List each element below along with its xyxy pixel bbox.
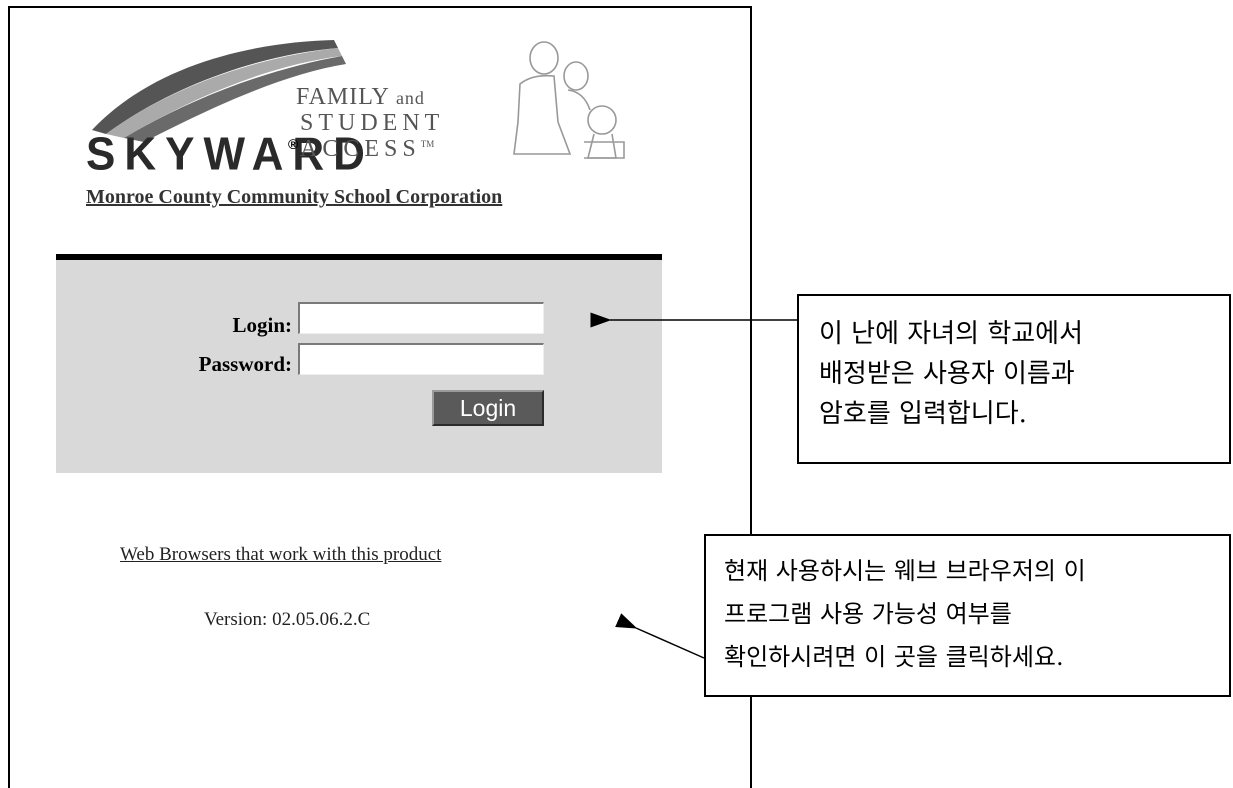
login-callout: 이 난에 자녀의 학교에서 배정받은 사용자 이름과 암호를 입력합니다.: [797, 294, 1231, 464]
browser-callout-line: 프로그램 사용 가능성 여부를: [724, 600, 1012, 628]
login-callout-line: 배정받은 사용자 이름과: [819, 359, 1075, 389]
browser-callout-arrow: [615, 613, 705, 659]
browser-callout: 현재 사용하시는 웨브 브라우저의 이 프로그램 사용 가능성 여부를 확인하시…: [704, 534, 1231, 697]
browser-callout-line: 확인하시려면 이 곳을 클릭하세요.: [724, 643, 1064, 671]
login-callout-line: 이 난에 자녀의 학교에서: [819, 319, 1083, 349]
login-callout-line: 암호를 입력합니다.: [819, 399, 1027, 429]
browser-callout-line: 현재 사용하시는 웨브 브라우저의 이: [724, 557, 1086, 585]
